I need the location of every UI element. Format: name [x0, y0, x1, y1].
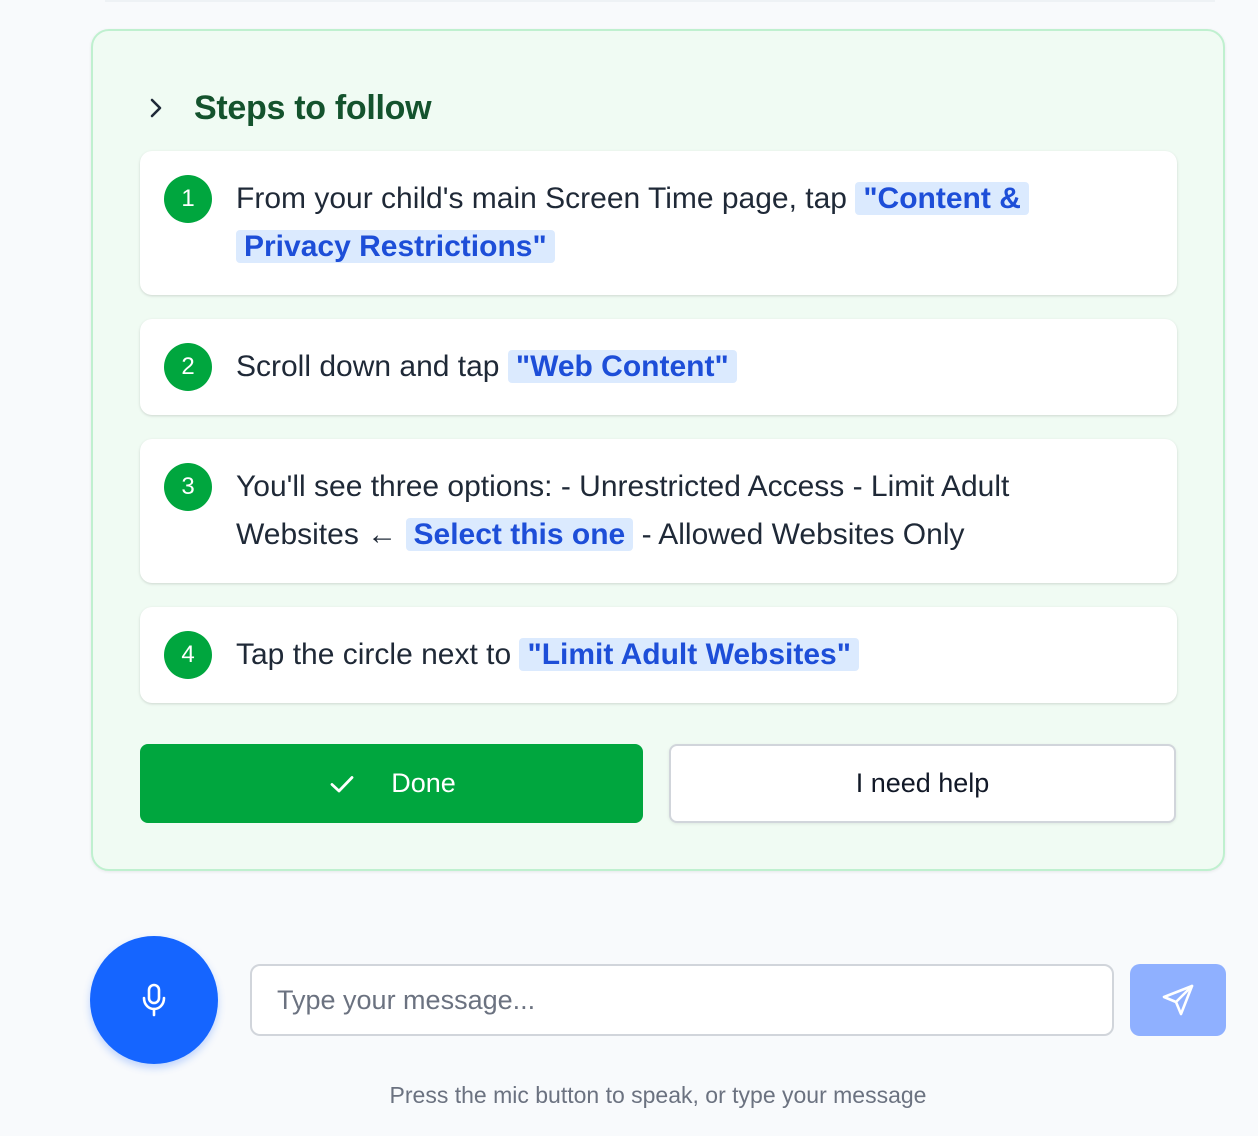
step-card-2: 2 Scroll down and tap "Web Content" [140, 319, 1177, 415]
check-icon [327, 769, 357, 799]
send-button[interactable] [1130, 964, 1226, 1036]
step-text-after: - Allowed Websites Only [633, 518, 965, 551]
step-number: 4 [164, 631, 212, 679]
step-text-before: Tap the circle next to [236, 638, 520, 671]
step-highlight: "Web Content" [507, 350, 737, 383]
chevron-right-icon[interactable] [145, 97, 167, 119]
need-help-button-label: I need help [855, 768, 990, 798]
step-text: Scroll down and tap "Web Content" [236, 343, 1117, 391]
steps-panel: Steps to follow 1 From your child's main… [91, 29, 1225, 871]
message-input[interactable] [250, 964, 1114, 1036]
microphone-icon [140, 983, 168, 1017]
step-number: 1 [164, 175, 212, 223]
step-number: 2 [164, 343, 212, 391]
step-highlight: "Limit Adult Websites" [519, 638, 859, 671]
done-button[interactable]: Done [140, 744, 643, 823]
mic-button[interactable] [90, 936, 218, 1064]
send-icon [1161, 983, 1195, 1017]
step-card-3: 3 You'll see three options: - Unrestrict… [140, 439, 1177, 583]
step-text-before: From your child's main Screen Time page,… [236, 182, 856, 215]
step-text-before: Scroll down and tap [236, 350, 508, 383]
top-divider [105, 0, 1215, 2]
step-highlight: Select this one [405, 518, 634, 551]
step-text: From your child's main Screen Time page,… [236, 175, 1117, 271]
helper-text: Press the mic button to speak, or type y… [389, 1082, 927, 1108]
step-number: 3 [164, 463, 212, 511]
steps-header[interactable]: Steps to follow [145, 83, 432, 133]
step-text: Tap the circle next to "Limit Adult Webs… [236, 631, 1117, 679]
need-help-button[interactable]: I need help [669, 744, 1176, 823]
done-button-label: Done [391, 768, 456, 798]
step-card-4: 4 Tap the circle next to "Limit Adult We… [140, 607, 1177, 703]
step-card-1: 1 From your child's main Screen Time pag… [140, 151, 1177, 295]
steps-title: Steps to follow [194, 88, 432, 127]
step-text: You'll see three options: - Unrestricted… [236, 463, 1117, 559]
